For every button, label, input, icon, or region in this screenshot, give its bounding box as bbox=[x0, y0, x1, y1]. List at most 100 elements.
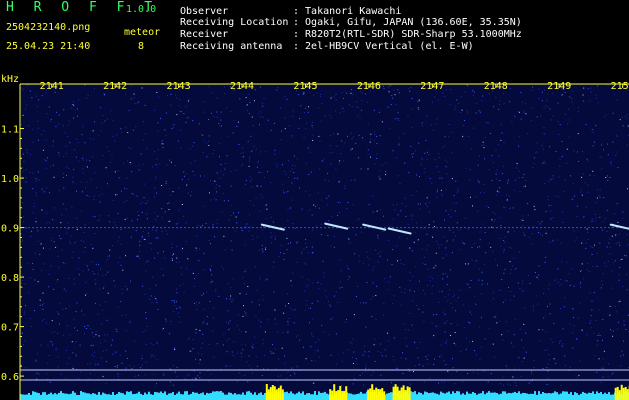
power-bar bbox=[588, 392, 590, 400]
noise-speck bbox=[248, 355, 250, 357]
noise-speck bbox=[624, 254, 626, 256]
noise-speck bbox=[603, 116, 605, 118]
noise-speck bbox=[596, 344, 598, 346]
noise-speck bbox=[252, 347, 254, 349]
power-bar bbox=[152, 394, 154, 400]
noise-speck bbox=[101, 193, 103, 195]
power-bar bbox=[494, 392, 496, 400]
noise-speck bbox=[287, 371, 289, 373]
noise-speck bbox=[258, 319, 259, 321]
noise-speck bbox=[499, 104, 501, 106]
power-bar bbox=[154, 392, 156, 400]
noise-speck bbox=[543, 293, 544, 294]
noise-speck bbox=[263, 295, 265, 297]
noise-speck bbox=[317, 282, 319, 283]
power-bar bbox=[604, 392, 606, 400]
noise-speck bbox=[37, 240, 39, 242]
noise-speck bbox=[318, 207, 320, 209]
noise-speck bbox=[444, 381, 446, 383]
noise-speck bbox=[550, 218, 552, 220]
noise-speck bbox=[572, 332, 574, 334]
noise-speck bbox=[346, 208, 348, 209]
noise-speck bbox=[576, 338, 578, 340]
noise-speck bbox=[39, 253, 41, 255]
noise-speck bbox=[88, 195, 90, 197]
noise-speck bbox=[50, 120, 52, 122]
noise-speck bbox=[409, 90, 411, 92]
noise-speck bbox=[611, 270, 613, 272]
noise-speck bbox=[266, 278, 268, 280]
power-bar bbox=[26, 394, 28, 400]
noise-speck bbox=[318, 168, 320, 170]
noise-speck bbox=[192, 170, 194, 172]
noise-speck bbox=[407, 368, 409, 370]
noise-speck bbox=[273, 261, 274, 263]
noise-speck bbox=[518, 357, 520, 359]
noise-speck bbox=[400, 263, 402, 265]
noise-speck bbox=[538, 98, 540, 100]
noise-speck bbox=[409, 383, 411, 385]
noise-speck bbox=[365, 326, 367, 328]
noise-speck bbox=[52, 140, 54, 142]
power-burst bbox=[331, 390, 334, 400]
noise-speck bbox=[490, 373, 492, 375]
noise-speck bbox=[417, 203, 419, 205]
noise-speck bbox=[399, 286, 401, 288]
noise-speck bbox=[185, 222, 187, 224]
noise-speck bbox=[587, 231, 588, 233]
power-bar bbox=[100, 394, 102, 400]
noise-speck bbox=[59, 302, 61, 304]
noise-speck bbox=[466, 167, 467, 169]
noise-speck bbox=[530, 381, 532, 383]
noise-speck bbox=[215, 290, 217, 292]
noise-speck bbox=[566, 261, 568, 263]
noise-speck bbox=[538, 274, 540, 276]
noise-speck bbox=[351, 148, 353, 150]
noise-speck bbox=[66, 350, 67, 351]
noise-speck bbox=[422, 365, 424, 367]
noise-speck bbox=[412, 195, 413, 196]
noise-speck bbox=[156, 92, 158, 93]
noise-speck bbox=[112, 354, 113, 356]
noise-speck bbox=[352, 93, 354, 95]
power-bar bbox=[24, 394, 26, 400]
noise-speck bbox=[439, 177, 441, 179]
noise-speck bbox=[101, 122, 103, 124]
noise-speck bbox=[113, 352, 115, 354]
noise-speck bbox=[590, 315, 592, 317]
noise-speck bbox=[375, 319, 377, 321]
noise-speck bbox=[409, 384, 411, 386]
noise-speck bbox=[203, 205, 205, 207]
noise-speck bbox=[561, 156, 563, 157]
noise-speck bbox=[370, 156, 371, 158]
noise-speck bbox=[73, 168, 75, 170]
noise-speck bbox=[239, 372, 240, 374]
noise-speck bbox=[41, 188, 43, 190]
noise-speck bbox=[319, 140, 321, 142]
noise-speck bbox=[366, 282, 368, 284]
noise-speck bbox=[138, 164, 140, 166]
noise-speck bbox=[281, 347, 283, 349]
noise-speck bbox=[452, 296, 454, 298]
noise-speck bbox=[519, 288, 521, 289]
noise-speck bbox=[245, 293, 247, 295]
noise-speck bbox=[382, 85, 384, 87]
noise-speck bbox=[49, 165, 51, 167]
noise-speck bbox=[41, 209, 43, 211]
noise-speck bbox=[93, 336, 95, 338]
noise-speck bbox=[464, 327, 466, 329]
noise-speck bbox=[347, 202, 349, 204]
noise-speck bbox=[247, 286, 249, 287]
noise-speck bbox=[156, 158, 158, 160]
noise-speck bbox=[522, 290, 524, 292]
noise-speck bbox=[579, 302, 581, 304]
noise-speck bbox=[91, 261, 93, 263]
noise-speck bbox=[120, 300, 122, 302]
noise-speck bbox=[180, 147, 182, 149]
noise-speck bbox=[429, 276, 431, 278]
noise-speck bbox=[610, 161, 612, 163]
noise-speck bbox=[260, 210, 261, 212]
noise-speck bbox=[249, 200, 251, 202]
noise-speck bbox=[533, 309, 534, 311]
noise-speck bbox=[503, 206, 505, 208]
